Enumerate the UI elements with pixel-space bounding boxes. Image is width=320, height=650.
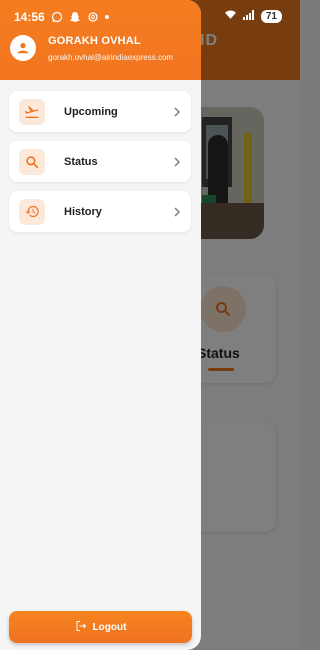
notification-dot [104, 15, 109, 19]
chevron-right-icon [173, 107, 181, 117]
menu-item-status[interactable]: Status [9, 141, 191, 182]
drawer-header: 14:56 GORAKH OVHAL gorakh.ovhal@airindia… [0, 0, 201, 80]
whatsapp-icon [51, 11, 63, 23]
logout-button[interactable]: Logout [9, 611, 192, 643]
history-icon [19, 198, 45, 225]
status-bar-right: 71 [224, 10, 282, 23]
logout-label: Logout [92, 621, 127, 633]
wifi-icon [224, 10, 237, 23]
search-icon [19, 148, 45, 175]
navigation-drawer: 14:56 GORAKH OVHAL gorakh.ovhal@airindia… [0, 0, 201, 650]
signal-icon [242, 10, 255, 23]
battery-indicator: 71 [260, 10, 282, 23]
menu-item-label: Status [64, 155, 98, 168]
menu-item-label: History [64, 205, 102, 218]
user-email: gorakh.ovhal@airindiaexpress.com [48, 53, 174, 62]
menu-item-upcoming[interactable]: Upcoming [9, 91, 191, 132]
chevron-right-icon [173, 157, 181, 167]
menu-item-label: Upcoming [64, 105, 118, 118]
person-icon [17, 43, 29, 54]
threads-icon [87, 11, 99, 23]
user-name: GORAKH OVHAL [48, 35, 141, 47]
snapchat-icon [69, 11, 81, 23]
user-avatar [10, 35, 36, 61]
chevron-right-icon [173, 207, 181, 217]
logout-icon [75, 620, 87, 635]
menu-item-history[interactable]: History [9, 191, 191, 232]
flight-departure-icon [19, 98, 45, 125]
status-time: 14:56 [14, 10, 45, 24]
status-bar-left: 14:56 [14, 10, 109, 24]
